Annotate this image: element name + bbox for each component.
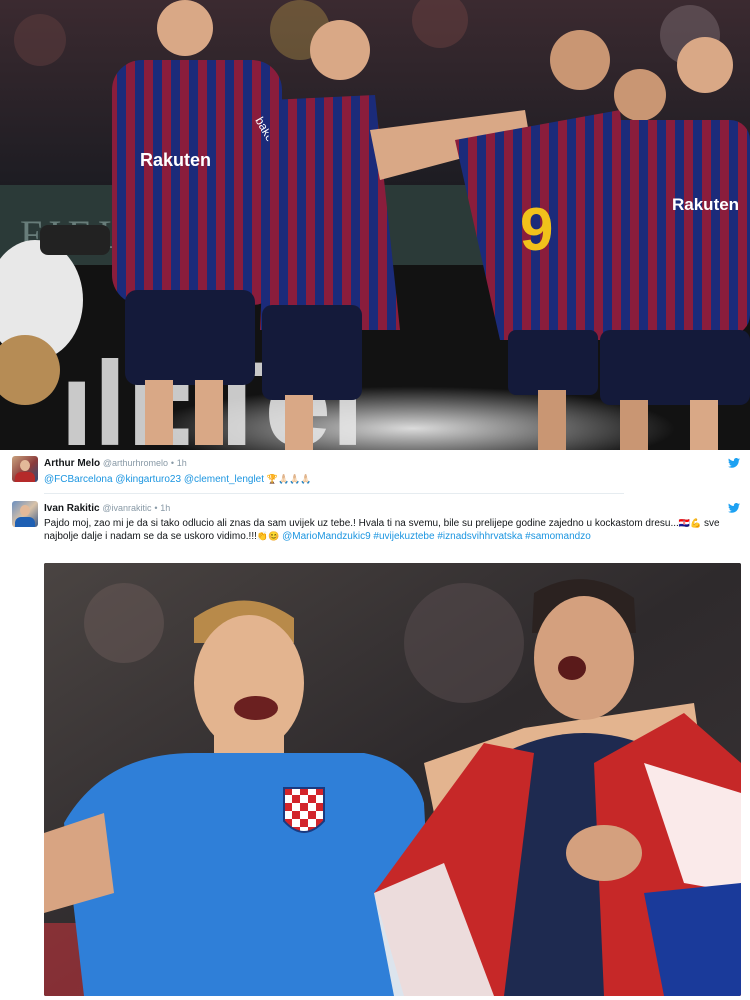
mention-mariomandzukic9[interactable]: @MarioMandzukic9 xyxy=(282,531,371,542)
twitter-bird-icon[interactable] xyxy=(728,503,740,513)
tweet-timestamp[interactable]: 1h xyxy=(177,458,187,468)
tweet-header: Arthur Melo @arthurhromelo • 1h xyxy=(44,458,187,469)
shirt-sponsor-right-text: Rakuten xyxy=(672,195,739,214)
author-handle[interactable]: @arthurhromelo xyxy=(103,458,168,468)
author-handle[interactable]: @ivanrakitic xyxy=(102,503,151,513)
separator-dot: • xyxy=(154,503,158,513)
tweet-text-part-1: Pajdo moj, zao mi je da si tako odlucio … xyxy=(44,518,679,529)
tweet-timestamp[interactable]: 1h xyxy=(160,503,170,513)
emoji-clap-smile: 👏😊 xyxy=(256,531,280,541)
barcelona-celebration-photo: FIELD RO ılı:Tel Rakuten bakee xyxy=(0,0,750,450)
emoji-flag-muscle: 🇭🇷💪 xyxy=(678,518,702,528)
croatia-crest-icon xyxy=(283,787,325,833)
tweet-text: Pajdo moj, zao mi je da si tako odlucio … xyxy=(44,517,739,543)
author-name[interactable]: Ivan Rakitic xyxy=(44,503,100,514)
emoji-trophy-pray: 🏆🙏🏻🙏🏻🙏🏻 xyxy=(266,474,312,484)
player-number: 9 xyxy=(520,196,553,263)
hashtag-iznadsvihhrvatska[interactable]: #iznadsvihhrvatska xyxy=(437,531,522,542)
tweet-attached-photo[interactable] xyxy=(44,563,741,996)
separator-dot: • xyxy=(170,458,174,468)
croatia-photo-graphic xyxy=(44,563,741,996)
shirt-sponsor-text: Rakuten xyxy=(140,150,211,170)
mention-fcbarcelona[interactable]: @FCBarcelona xyxy=(44,474,113,485)
tweet-arthur-melo[interactable]: Arthur Melo @arthurhromelo • 1h @FCBarce… xyxy=(0,452,750,494)
tweet-text: @FCBarcelona @kingarturo23 @clement_leng… xyxy=(44,473,312,486)
user-avatar-icon[interactable] xyxy=(12,501,38,527)
tweet-ivan-rakitic[interactable]: Ivan Rakitic @ivanrakitic • 1h Pajdo moj… xyxy=(0,497,750,1000)
mention-clement-lenglet[interactable]: @clement_lenglet xyxy=(184,474,264,485)
hashtag-samomandzo[interactable]: #samomandzo xyxy=(525,531,591,542)
author-name[interactable]: Arthur Melo xyxy=(44,458,100,469)
twitter-bird-icon[interactable] xyxy=(728,458,740,468)
mention-kingarturo23[interactable]: @kingarturo23 xyxy=(115,474,181,485)
tweet-divider xyxy=(44,493,624,494)
hashtag-uvijekuztebe[interactable]: #uvijekuztebe xyxy=(373,531,434,542)
user-avatar-icon[interactable] xyxy=(12,456,38,482)
tweet-header: Ivan Rakitic @ivanrakitic • 1h xyxy=(44,503,170,514)
barcelona-photo-graphic: FIELD RO ılı:Tel Rakuten bakee xyxy=(0,0,750,450)
